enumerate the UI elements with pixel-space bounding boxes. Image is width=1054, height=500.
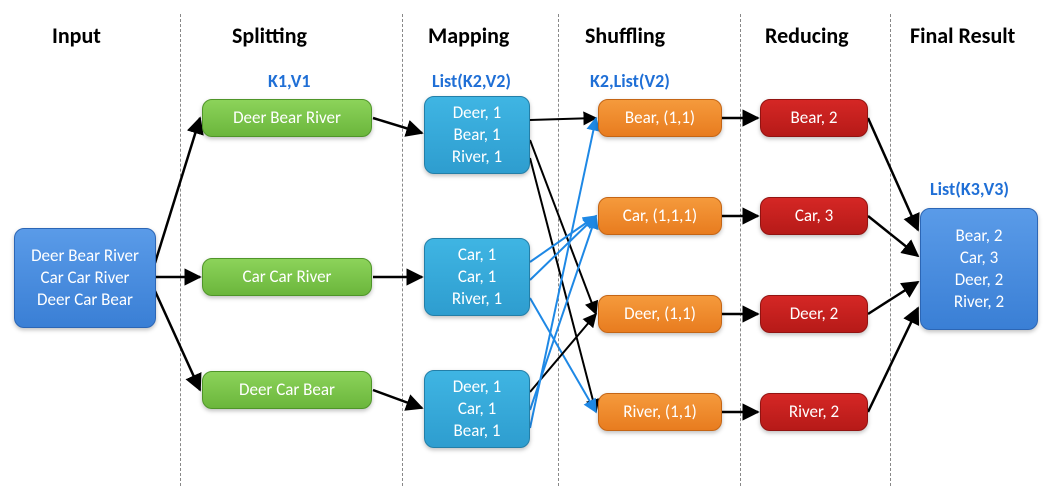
input-line: Car Car River [23,267,147,289]
header-shuffle: Shuffling [585,22,665,49]
subheader-split: K1,V1 [268,70,311,92]
shuffle-text: River, (1,1) [607,401,713,423]
shuffle-node-4: River, (1,1) [598,393,722,431]
final-line: River, 2 [929,291,1029,313]
reduce-node-3: Deer, 2 [760,295,868,333]
reduce-node-1: Bear, 2 [760,99,868,137]
map-line: Car, 1 [433,244,521,266]
divider [740,14,741,486]
shuffle-node-3: Deer, (1,1) [598,295,722,333]
reduce-node-4: River, 2 [760,393,868,431]
map-node-2: Car, 1 Car, 1 River, 1 [424,238,530,316]
input-node: Deer Bear River Car Car River Deer Car B… [14,228,156,328]
subheader-final: List(K3,V3) [930,178,1009,200]
map-line: River, 1 [433,146,521,168]
split-node-3: Deer Car Bear [202,371,372,409]
final-line: Car, 3 [929,247,1029,269]
map-line: Car, 1 [433,266,521,288]
header-final: Final Result [910,22,1015,49]
header-split: Splitting [232,22,307,49]
map-line: Deer, 1 [433,102,521,124]
divider [890,14,891,486]
final-line: Deer, 2 [929,269,1029,291]
shuffle-text: Car, (1,1,1) [607,205,713,227]
map-line: Bear, 1 [433,124,521,146]
reduce-node-2: Car, 3 [760,197,868,235]
divider [402,14,403,486]
header-input: Input [52,22,101,49]
map-line: Bear, 1 [433,420,521,442]
final-node: Bear, 2 Car, 3 Deer, 2 River, 2 [920,208,1038,330]
split-node-2: Car Car River [202,258,372,296]
header-reduce: Reducing [765,22,849,49]
shuffle-node-2: Car, (1,1,1) [598,197,722,235]
shuffle-text: Deer, (1,1) [607,303,713,325]
header-map: Mapping [428,22,509,49]
split-node-1: Deer Bear River [202,99,372,137]
input-line: Deer Car Bear [23,289,147,311]
final-line: Bear, 2 [929,225,1029,247]
reduce-text: Car, 3 [769,205,859,227]
input-line: Deer Bear River [23,245,147,267]
map-line: Deer, 1 [433,376,521,398]
divider [180,14,181,486]
split-text: Car Car River [211,266,363,288]
map-node-1: Deer, 1 Bear, 1 River, 1 [424,96,530,174]
divider [558,14,559,486]
reduce-text: Deer, 2 [769,303,859,325]
split-text: Deer Car Bear [211,379,363,401]
subheader-map: List(K2,V2) [432,70,511,92]
map-line: Car, 1 [433,398,521,420]
map-node-3: Deer, 1 Car, 1 Bear, 1 [424,370,530,448]
reduce-text: River, 2 [769,401,859,423]
split-text: Deer Bear River [211,107,363,129]
map-line: River, 1 [433,288,521,310]
shuffle-text: Bear, (1,1) [607,107,713,129]
subheader-shuf: K2,List(V2) [590,70,670,92]
reduce-text: Bear, 2 [769,107,859,129]
shuffle-node-1: Bear, (1,1) [598,99,722,137]
